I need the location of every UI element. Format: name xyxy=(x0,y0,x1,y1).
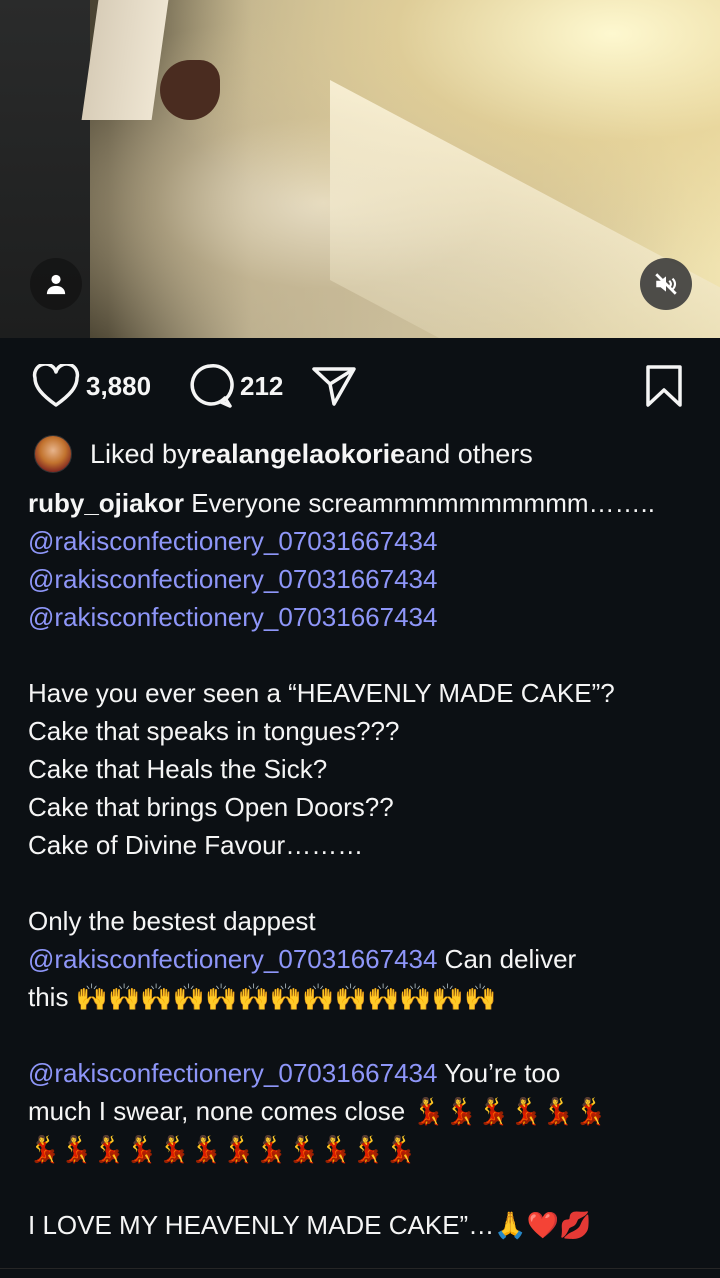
comment-count[interactable]: 212 xyxy=(240,371,283,402)
caption-line: Cake of Divine Favour……… xyxy=(28,830,364,860)
liked-by-suffix: and others xyxy=(405,438,533,469)
caption-line: I LOVE MY HEAVENLY MADE CAKE”…🙏❤️💋 xyxy=(28,1210,592,1240)
bookmark-icon xyxy=(646,365,682,407)
tagged-users-button[interactable] xyxy=(30,258,82,310)
speaker-muted-icon xyxy=(655,273,677,295)
sleeve xyxy=(81,0,169,120)
caption-line: much I swear, none comes close 💃💃💃💃💃💃 xyxy=(28,1096,607,1126)
post-caption: ruby_ojiakor Everyone screammmmmmmmmm…….… xyxy=(28,484,708,1244)
comment-bubble-icon xyxy=(190,364,234,408)
paper-plane-icon xyxy=(312,367,356,406)
comment-button[interactable]: 212 xyxy=(186,356,283,416)
mute-button[interactable] xyxy=(640,258,692,310)
caption-line: Have you ever seen a “HEAVENLY MADE CAKE… xyxy=(28,678,615,708)
share-button[interactable] xyxy=(310,356,358,416)
divider xyxy=(0,1268,720,1269)
post-actions: 3,880 212 xyxy=(0,356,720,416)
caption-text: Everyone screammmmmmmmmm…….. xyxy=(184,488,655,518)
caption-line: Only the bestest dappest xyxy=(28,906,316,936)
caption-line: this 🙌🙌🙌🙌🙌🙌🙌🙌🙌🙌🙌🙌🙌 xyxy=(28,982,497,1012)
liked-by[interactable]: Liked by realangelaokorie and others xyxy=(34,434,533,474)
caption-text: Can deliver xyxy=(437,944,577,974)
liked-by-user[interactable]: realangelaokorie xyxy=(191,439,406,470)
caption-line: 💃💃💃💃💃💃💃💃💃💃💃💃 xyxy=(28,1134,417,1164)
hands xyxy=(160,60,220,120)
mention-link[interactable]: @rakisconfectionery_07031667434 xyxy=(28,602,437,632)
liker-avatar[interactable] xyxy=(34,435,72,473)
caption-text: You’re too xyxy=(437,1058,561,1088)
mention-link[interactable]: @rakisconfectionery_07031667434 xyxy=(28,1058,437,1088)
post-video[interactable] xyxy=(0,0,720,338)
person-icon xyxy=(46,274,66,295)
caption-username[interactable]: ruby_ojiakor xyxy=(28,488,184,518)
mention-link[interactable]: @rakisconfectionery_07031667434 xyxy=(28,526,437,556)
mention-link[interactable]: @rakisconfectionery_07031667434 xyxy=(28,944,437,974)
caption-line: Cake that speaks in tongues??? xyxy=(28,716,400,746)
caption-line: Cake that Heals the Sick? xyxy=(28,754,328,784)
caption-line: Cake that brings Open Doors?? xyxy=(28,792,394,822)
liked-by-prefix: Liked by xyxy=(90,438,191,469)
save-button[interactable] xyxy=(644,356,684,416)
like-button[interactable]: 3,880 xyxy=(32,356,151,416)
mention-link[interactable]: @rakisconfectionery_07031667434 xyxy=(28,564,437,594)
like-count[interactable]: 3,880 xyxy=(86,371,151,402)
heart-icon xyxy=(32,364,80,407)
